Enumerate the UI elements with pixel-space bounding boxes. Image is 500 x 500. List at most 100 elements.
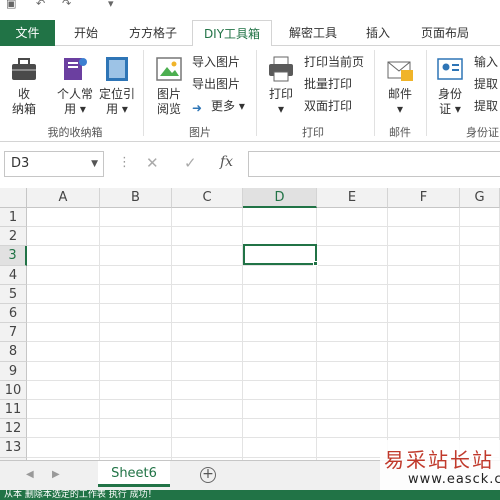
locate-reference-button[interactable]: 定位引 用 ▾ — [96, 54, 138, 117]
locate-label-1: 定位引 — [98, 87, 135, 101]
row-gridline — [27, 322, 500, 324]
active-cell[interactable] — [243, 244, 317, 265]
collect-box-button[interactable]: 收 纳箱 — [4, 54, 44, 117]
tab-layout[interactable]: 页面布局 — [410, 20, 480, 46]
group-divider — [426, 50, 427, 136]
column-header-f[interactable]: F — [388, 188, 460, 208]
save-icon[interactable]: ▣ — [6, 0, 16, 10]
personal-label-2: 用 ▾ — [64, 102, 86, 116]
tab-diy[interactable]: DIY工具箱 — [192, 20, 272, 47]
batch-print-button[interactable]: 批量打印 — [304, 74, 352, 94]
id-input-button[interactable]: 输入 — [474, 52, 498, 72]
my-toolbox-group-label: 我的收纳箱 — [47, 126, 103, 139]
picture-view-button[interactable]: 图片 阅览 — [150, 54, 188, 117]
row-header-13[interactable]: 13 — [0, 438, 27, 458]
mail-icon — [387, 61, 413, 81]
ribbon-panel: 收 纳箱 个人常 用 ▾ 定位引 用 ▾ 我的收纳箱 图片 阅览 导入图片 导出… — [0, 46, 500, 142]
row-header-6[interactable]: 6 — [0, 304, 27, 324]
formula-input[interactable] — [248, 151, 500, 177]
column-header-b[interactable]: B — [100, 188, 172, 208]
redo-icon[interactable]: ↷ — [62, 0, 71, 10]
name-box[interactable]: D3 ▼ — [4, 151, 104, 177]
tab-password[interactable]: 解密工具 — [278, 20, 348, 46]
collect-box-label-2: 纳箱 — [11, 102, 36, 116]
print-group-label: 打印 — [302, 126, 324, 139]
worksheet-grid[interactable]: ABCDEFG 1234567891011121314 — [0, 188, 500, 460]
more-picture-button[interactable]: ➜ 更多 ▾ — [192, 96, 245, 116]
row-gridline — [27, 341, 500, 343]
id-extract-button-1[interactable]: 提取 — [474, 74, 498, 94]
row-header-12[interactable]: 12 — [0, 419, 27, 439]
row-header-3[interactable]: 3 — [0, 246, 27, 266]
row-gridline — [27, 379, 500, 381]
chevron-down-icon[interactable]: ▼ — [91, 152, 98, 176]
fill-handle[interactable] — [313, 261, 318, 266]
print-button[interactable]: 打印 ▾ — [262, 54, 300, 117]
cancel-icon[interactable]: ✕ — [146, 154, 159, 172]
arrow-right-icon: ➜ — [192, 101, 203, 115]
group-divider — [256, 50, 257, 136]
id-card-label-2: 证 ▾ — [439, 102, 461, 116]
tab-file[interactable]: 文件 — [0, 20, 55, 46]
row-header-1[interactable]: 1 — [0, 208, 27, 228]
tab-home[interactable]: 开始 — [60, 20, 112, 46]
mail-button[interactable]: 邮件 ▾ — [380, 54, 420, 117]
row-header-7[interactable]: 7 — [0, 323, 27, 343]
row-header-4[interactable]: 4 — [0, 265, 27, 285]
column-header-d[interactable]: D — [243, 188, 317, 208]
row-header-10[interactable]: 10 — [0, 380, 27, 400]
column-gridline — [387, 208, 388, 460]
column-header-g[interactable]: G — [460, 188, 500, 208]
undo-icon[interactable]: ↶ — [36, 0, 45, 10]
row-header-8[interactable]: 8 — [0, 342, 27, 362]
personal-common-button[interactable]: 个人常 用 ▾ — [54, 54, 96, 117]
sheet-next-icon[interactable]: ▶ — [52, 469, 60, 480]
export-picture-label: 导出图片 — [192, 77, 241, 91]
export-picture-button[interactable]: 导出图片 — [192, 74, 240, 94]
import-picture-label: 导入图片 — [192, 55, 241, 69]
group-divider — [143, 50, 144, 136]
picture-icon — [156, 57, 182, 81]
insert-function-icon[interactable]: fx — [220, 154, 233, 170]
import-picture-button[interactable]: 导入图片 — [192, 52, 240, 72]
column-gridline — [459, 208, 460, 460]
duplex-print-label: 双面打印 — [304, 99, 353, 113]
print-current-label: 打印当前页 — [304, 55, 365, 69]
mail-group-label: 邮件 — [389, 126, 411, 139]
more-label: 更多 ▾ — [211, 99, 245, 113]
group-divider — [374, 50, 375, 136]
column-header-a[interactable]: A — [27, 188, 100, 208]
row-header-11[interactable]: 11 — [0, 400, 27, 420]
name-box-value: D3 — [11, 156, 30, 171]
row-header-5[interactable]: 5 — [0, 284, 27, 304]
id-input-label: 输入 — [474, 55, 499, 69]
id-card-button[interactable]: 身份 证 ▾ — [430, 54, 470, 117]
column-gridline — [171, 208, 172, 460]
title-bar: ▣ ↶ ↷ ▾ — [0, 0, 500, 20]
row-header-2[interactable]: 2 — [0, 227, 27, 247]
watermark-text: 易采站长站 — [384, 448, 494, 472]
select-all-corner[interactable] — [0, 188, 27, 208]
formula-bar-resize-handle[interactable]: ⋮ — [118, 155, 131, 170]
column-header-c[interactable]: C — [172, 188, 243, 208]
pictures-group-label: 图片 — [189, 126, 211, 139]
id-extract-button-2[interactable]: 提取 — [474, 96, 498, 116]
print-label-2: ▾ — [277, 102, 285, 116]
sheet-tab-active[interactable]: Sheet6 — [98, 461, 170, 487]
duplex-print-button[interactable]: 双面打印 — [304, 96, 352, 116]
id-extract-label-2: 提取 — [474, 99, 499, 113]
column-header-e[interactable]: E — [317, 188, 388, 208]
sheet-prev-icon[interactable]: ◀ — [26, 469, 34, 480]
add-sheet-icon[interactable]: + — [200, 467, 216, 483]
printer-icon — [269, 56, 293, 82]
row-gridline — [27, 399, 500, 400]
tab-ffgz[interactable]: 方方格子 — [118, 20, 188, 46]
customize-icon[interactable]: ▾ — [108, 0, 114, 10]
print-current-page-button[interactable]: 打印当前页 — [304, 52, 364, 72]
status-bar: 从本 删除本选定的工作表 执行 成功！ — [0, 490, 500, 500]
tab-insert[interactable]: 插入 — [352, 20, 404, 46]
personal-icon — [64, 58, 87, 80]
enter-icon[interactable]: ✓ — [184, 154, 197, 172]
row-header-9[interactable]: 9 — [0, 361, 27, 381]
id-card-label-1: 身份 — [437, 87, 462, 101]
